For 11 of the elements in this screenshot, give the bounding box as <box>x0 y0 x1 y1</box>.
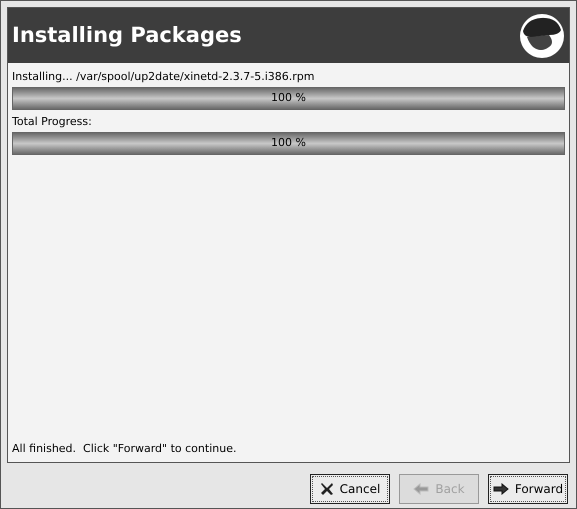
left-arrow-icon <box>413 483 430 495</box>
page-title: Installing Packages <box>12 22 242 49</box>
progress-label: Total Progress: <box>12 114 93 130</box>
forward-button[interactable]: Forward <box>488 474 568 504</box>
progress-percent: 100 % <box>270 135 307 152</box>
status-message: All finished. Click "Forward" to continue. <box>11 440 238 456</box>
progress-percent: 100 % <box>270 90 307 106</box>
cancel-button[interactable]: Cancel <box>310 474 390 504</box>
right-arrow-icon <box>492 483 509 495</box>
x-icon <box>320 482 334 496</box>
progress-label: Installing... /var/spool/up2date/xinetd-2.3.7-5.i386.rpm <box>12 69 316 85</box>
